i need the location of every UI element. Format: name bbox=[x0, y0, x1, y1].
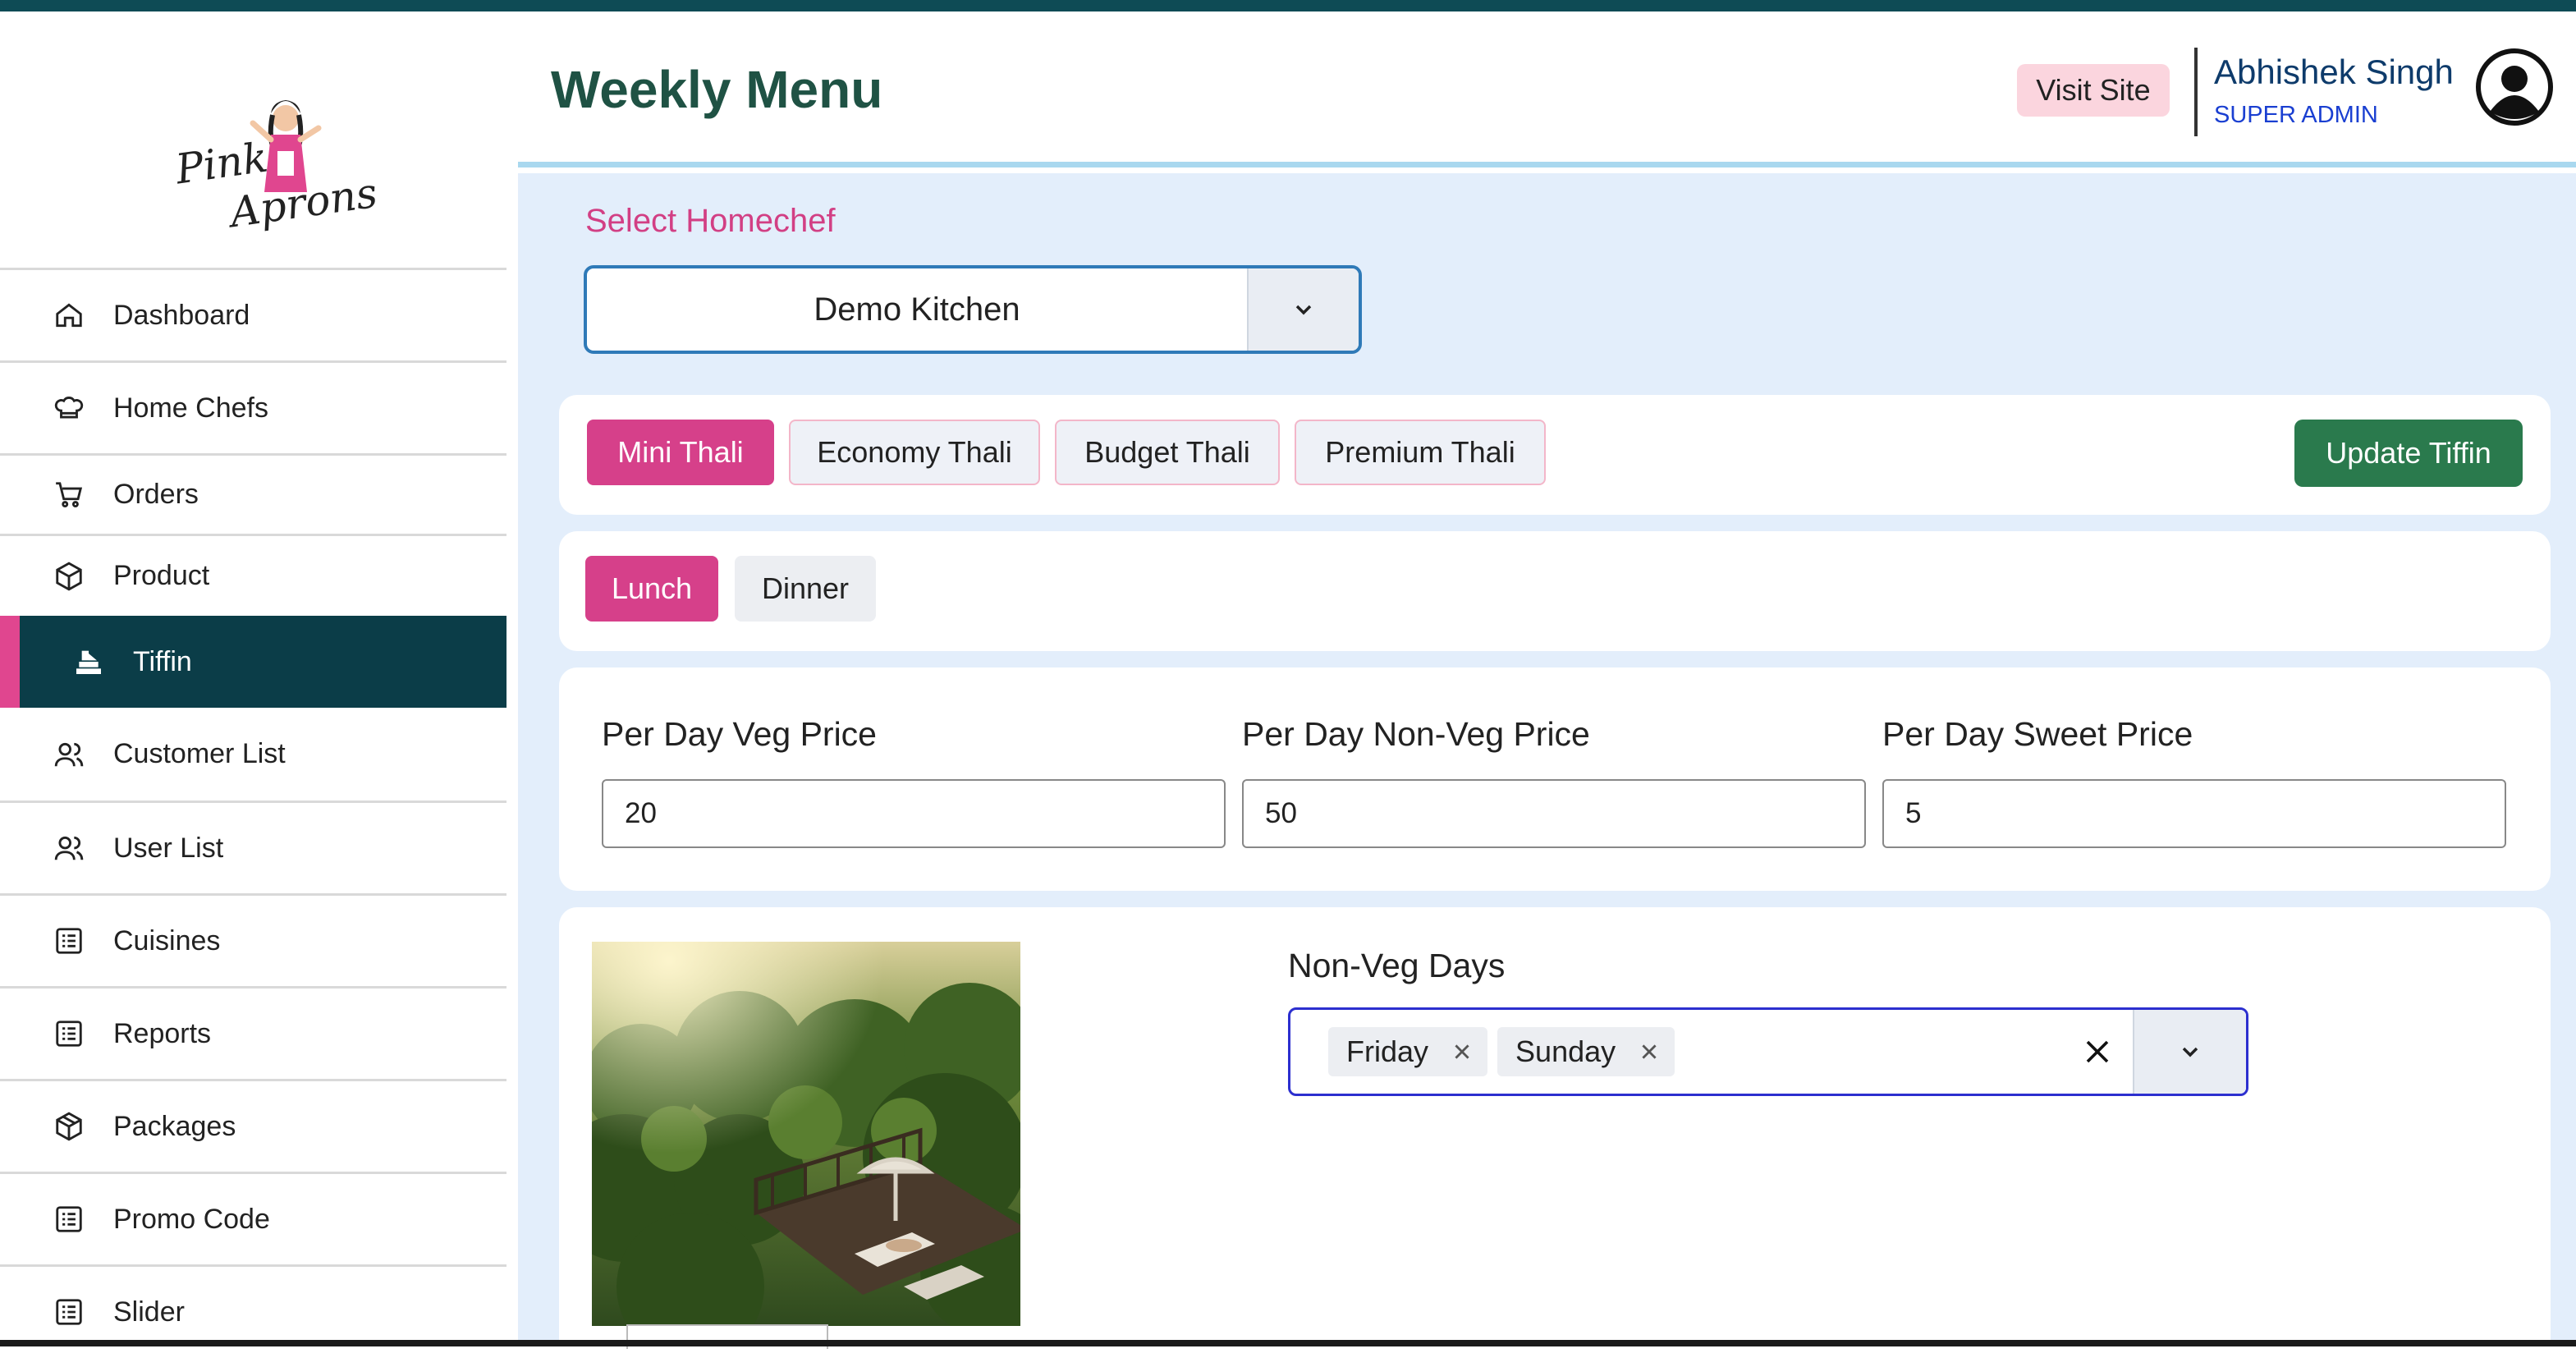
sidebar-item-orders[interactable]: Orders bbox=[0, 453, 506, 534]
tab-budget-thali[interactable]: Budget Thali bbox=[1055, 420, 1280, 485]
box-icon bbox=[53, 560, 85, 593]
top-accent-bar bbox=[0, 0, 2576, 11]
nonveg-price-input[interactable]: 50 bbox=[1242, 779, 1866, 848]
thali-tabs-card: Mini Thali Economy Thali Budget Thali Pr… bbox=[559, 395, 2551, 515]
sidebar-item-reports[interactable]: Reports bbox=[0, 986, 506, 1079]
user-name: Abhishek Singh bbox=[2214, 53, 2454, 91]
visit-site-button[interactable]: Visit Site bbox=[2017, 64, 2170, 117]
clear-all-icon[interactable] bbox=[2062, 1010, 2133, 1094]
nonveg-days-label: Non-Veg Days bbox=[1288, 947, 1506, 984]
tab-mini-thali[interactable]: Mini Thali bbox=[587, 420, 774, 485]
remove-chip-icon[interactable] bbox=[1639, 1041, 1660, 1062]
sidebar-item-customer-list[interactable]: Customer List bbox=[0, 708, 506, 800]
content-area: Select Homechef Demo Kitchen Mini Thali … bbox=[518, 173, 2576, 1367]
sidebar-item-promo-code[interactable]: Promo Code bbox=[0, 1172, 506, 1264]
main-area: Weekly Menu Visit Site Abhishek Singh SU… bbox=[518, 11, 2576, 1367]
day-chip-friday: Friday bbox=[1328, 1027, 1488, 1076]
day-chip-sunday: Sunday bbox=[1497, 1027, 1675, 1076]
sidebar-item-label: Orders bbox=[113, 479, 199, 510]
sidebar-item-user-list[interactable]: User List bbox=[0, 800, 506, 893]
sidebar-item-label: User List bbox=[113, 832, 224, 864]
sidebar-item-label: Slider bbox=[113, 1296, 185, 1328]
sidebar-item-label: Cuisines bbox=[113, 924, 221, 956]
sidebar-item-label: Product bbox=[113, 560, 210, 591]
nonveg-price-label: Per Day Non-Veg Price bbox=[1242, 715, 1590, 753]
brand-logo[interactable]: Pink Aprons bbox=[164, 85, 380, 236]
update-tiffin-button[interactable]: Update Tiffin bbox=[2294, 420, 2523, 487]
avatar[interactable] bbox=[2475, 48, 2554, 126]
chevron-down-icon[interactable] bbox=[1247, 268, 1359, 351]
page-header: Weekly Menu Visit Site Abhishek Singh SU… bbox=[518, 11, 2576, 167]
tab-dinner[interactable]: Dinner bbox=[735, 556, 876, 622]
sidebar-item-dashboard[interactable]: Dashboard bbox=[0, 268, 506, 360]
meal-tabs-card: Lunch Dinner bbox=[559, 531, 2551, 651]
home-icon bbox=[53, 299, 85, 332]
package-icon bbox=[53, 1110, 85, 1143]
user-avatar-icon bbox=[2476, 48, 2553, 126]
cart-icon bbox=[53, 479, 85, 511]
bottom-edge bbox=[0, 1340, 2576, 1346]
chevron-down-icon[interactable] bbox=[2133, 1010, 2246, 1094]
list-icon bbox=[53, 1296, 85, 1328]
list-icon bbox=[53, 1203, 85, 1236]
sidebar-item-home-chefs[interactable]: Home Chefs bbox=[0, 360, 506, 453]
sidebar-item-label: Home Chefs bbox=[113, 392, 268, 424]
tab-premium-thali[interactable]: Premium Thali bbox=[1295, 420, 1546, 485]
logo-text-pink: Pink bbox=[172, 133, 271, 194]
prices-card: Per Day Veg Price 20 Per Day Non-Veg Pri… bbox=[559, 667, 2551, 891]
user-role: SUPER ADMIN bbox=[2214, 102, 2378, 128]
veg-price-label: Per Day Veg Price bbox=[602, 715, 877, 753]
sidebar-nav: Dashboard Home Chefs Orders Product Tiff… bbox=[0, 268, 506, 1357]
page-title: Weekly Menu bbox=[551, 60, 883, 119]
tab-economy-thali[interactable]: Economy Thali bbox=[789, 420, 1040, 485]
sweet-price-label: Per Day Sweet Price bbox=[1882, 715, 2193, 753]
remove-chip-icon[interactable] bbox=[1451, 1041, 1473, 1062]
sidebar-item-label: Promo Code bbox=[113, 1203, 270, 1235]
list-icon bbox=[53, 924, 85, 957]
day-chip-label: Sunday bbox=[1515, 1034, 1616, 1068]
sidebar-item-label: Customer List bbox=[113, 738, 286, 769]
list-icon bbox=[53, 1017, 85, 1050]
day-chip-label: Friday bbox=[1346, 1034, 1429, 1068]
users-icon bbox=[53, 832, 85, 865]
sidebar-item-product[interactable]: Product bbox=[0, 534, 506, 616]
sidebar-item-packages[interactable]: Packages bbox=[0, 1079, 506, 1172]
homechef-select-value: Demo Kitchen bbox=[814, 291, 1020, 328]
veg-price-input[interactable]: 20 bbox=[602, 779, 1226, 848]
sidebar-item-label: Tiffin bbox=[133, 645, 192, 677]
tiffin-image bbox=[592, 942, 1020, 1326]
sweet-price-input[interactable]: 5 bbox=[1882, 779, 2506, 848]
sidebar-item-label: Dashboard bbox=[113, 299, 250, 331]
sidebar: Pink Aprons Dashboard Home Chefs Orders … bbox=[0, 11, 506, 1340]
chef-hat-icon bbox=[53, 392, 85, 424]
sidebar-item-label: Packages bbox=[113, 1110, 236, 1142]
sidebar-item-cuisines[interactable]: Cuisines bbox=[0, 893, 506, 986]
tiffin-icon bbox=[72, 645, 105, 678]
sidebar-item-tiffin[interactable]: Tiffin bbox=[0, 616, 506, 708]
users-icon bbox=[53, 738, 85, 771]
homechef-label: Select Homechef bbox=[585, 203, 836, 239]
tiffin-details-card: Non-Veg Days Friday Sunday bbox=[559, 907, 2551, 1367]
header-divider bbox=[2194, 48, 2198, 136]
sidebar-item-label: Reports bbox=[113, 1017, 212, 1049]
selected-days: Friday Sunday bbox=[1290, 1010, 2062, 1094]
tab-lunch[interactable]: Lunch bbox=[585, 556, 718, 622]
nonveg-days-multiselect[interactable]: Friday Sunday bbox=[1288, 1007, 2248, 1096]
homechef-select[interactable]: Demo Kitchen bbox=[584, 265, 1362, 354]
